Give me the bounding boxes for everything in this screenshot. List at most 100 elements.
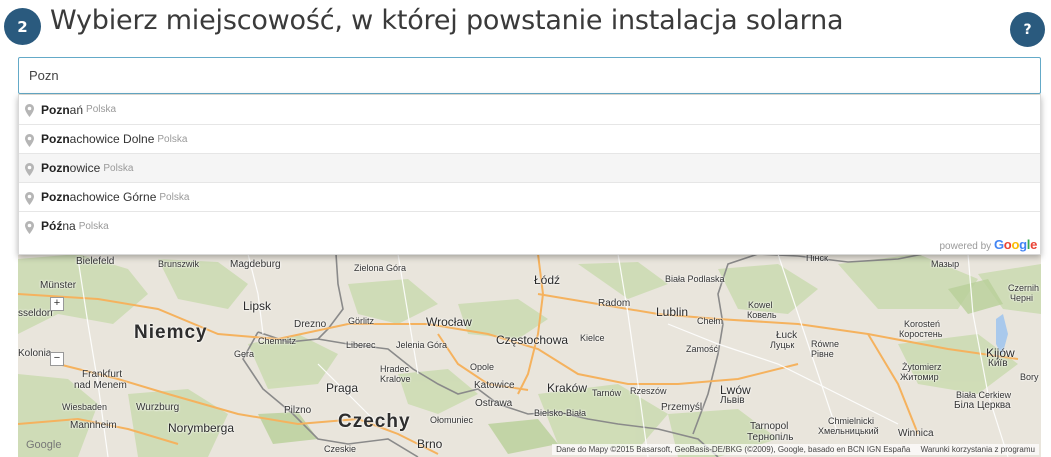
map-label: Przemyśl xyxy=(661,402,703,413)
map-label: Луцьк xyxy=(770,340,795,350)
suggestion-item[interactable]: Pozn owice Polska xyxy=(19,153,1040,182)
suggestion-country: Polska xyxy=(157,133,188,145)
map-label: sseldorf xyxy=(18,308,54,319)
map-label: Biała Podlaska xyxy=(665,274,725,284)
location-search-input[interactable] xyxy=(18,57,1041,94)
map-label: Коростень xyxy=(899,329,943,339)
map-label: Рівне xyxy=(811,349,834,359)
location-pin-icon xyxy=(25,163,34,176)
map-label: Łódź xyxy=(534,273,561,287)
map-label: Ołomuniec xyxy=(430,415,474,425)
map-label: Tarnopol xyxy=(750,421,789,432)
suggestion-country: Polska xyxy=(78,220,109,232)
suggestion-match: Pozn xyxy=(41,102,70,117)
map-label: Чернi xyxy=(1010,293,1033,303)
map-label: Norymberga xyxy=(168,421,235,435)
map-label: Wurzburg xyxy=(136,402,180,413)
map-label: Kralove xyxy=(380,374,411,384)
map-label: Біла Церква xyxy=(954,400,1011,411)
map-google-logo: Google xyxy=(26,439,62,451)
map-label: Brunszwik xyxy=(158,259,200,269)
map-label: Frankfurt xyxy=(82,369,123,380)
map-label: Drezno xyxy=(294,319,327,330)
map-label: Chemnitz xyxy=(258,336,297,346)
map-label: Житомир xyxy=(900,372,939,382)
map-label: Bory xyxy=(1020,372,1039,382)
map-label: Katowice xyxy=(474,380,515,391)
map-label: Liberec xyxy=(346,340,376,350)
map-label: Wrocław xyxy=(426,315,472,329)
suggestion-item[interactable]: Pozn achowice Dolne Polska xyxy=(19,124,1040,153)
suggestion-rest: ań xyxy=(69,102,84,117)
map-label: Gera xyxy=(234,349,255,359)
google-logo: Google xyxy=(993,237,1037,252)
suggestion-match: Pozn xyxy=(41,161,70,175)
autocomplete-dropdown: Pozn ań Polska Pozn achowice Dolne Polska Po… xyxy=(18,95,1041,255)
map-label-country: Czechy xyxy=(338,411,411,432)
step-number-badge: 2 xyxy=(4,8,41,45)
suggestion-item[interactable]: Póź na Polska xyxy=(19,211,1040,240)
map-label: Wiesbaden xyxy=(62,402,108,412)
map-label: Zielona Góra xyxy=(354,263,407,273)
map-label: Lublin xyxy=(656,305,689,319)
map-label: Тернопіль xyxy=(747,432,794,443)
map-label: Kolonia xyxy=(18,348,52,359)
suggestion-country: Polska xyxy=(103,162,134,174)
map-label: Münster xyxy=(40,280,77,291)
map-label: Zamość xyxy=(686,344,719,354)
help-button[interactable]: ? xyxy=(1010,12,1045,47)
suggestion-rest: owice xyxy=(69,161,101,175)
location-pin-icon xyxy=(25,134,34,147)
map-label: Magdeburg xyxy=(230,259,281,270)
map-label: Bielefeld xyxy=(76,256,115,267)
map-label: Radom xyxy=(598,298,631,309)
map-label: Хмельницький xyxy=(818,426,879,436)
suggestion-item[interactable]: Pozn ań Polska xyxy=(19,95,1040,124)
location-pin-icon xyxy=(25,221,34,234)
map-label: Київ xyxy=(988,358,1008,369)
suggestion-rest: na xyxy=(62,219,76,233)
map-label: Pilzno xyxy=(284,405,312,416)
zoom-in-button[interactable]: + xyxy=(50,297,64,311)
map-label: nad Menem xyxy=(74,380,127,391)
powered-by-text: powered by xyxy=(939,241,992,252)
map-label: Bielsko-Biała xyxy=(534,408,587,418)
location-pin-icon xyxy=(25,192,34,205)
map-terms-link[interactable]: Warunki korzystania z programu xyxy=(921,445,1035,454)
suggestion-match: Pozn xyxy=(41,132,70,146)
suggestion-rest: achowice Dolne xyxy=(69,132,155,146)
map-label: Jelenia Góra xyxy=(396,340,448,350)
map-label: Kielce xyxy=(580,333,605,343)
suggestion-match: Pozn xyxy=(41,190,70,204)
location-pin-icon xyxy=(25,104,34,117)
map-attribution: Dane do Mapy ©2015 Basarsoft, GeoBasis-D… xyxy=(552,444,1039,455)
map-label: Görlitz xyxy=(348,316,375,326)
map-label: Opole xyxy=(470,362,495,372)
map-label: Mannheim xyxy=(70,420,117,431)
page: 2 Wybierz miejscowość, w której powstani… xyxy=(0,0,1051,457)
map-label: Tarnów xyxy=(592,388,622,398)
page-title: Wybierz miejscowość, w której powstanie … xyxy=(50,5,844,36)
map-label-country: Niemcy xyxy=(134,322,208,343)
zoom-out-button[interactable]: − xyxy=(50,352,64,366)
map-label: Chełm xyxy=(697,316,724,326)
suggestion-match: Póź xyxy=(41,219,63,233)
map-label: Czeskie xyxy=(324,444,357,454)
map-label: Ostrawa xyxy=(475,398,513,409)
map-label: Winnica xyxy=(898,428,934,439)
map-label: Львів xyxy=(720,395,745,406)
map-label: Kraków xyxy=(547,381,588,395)
map-label: Мазыр xyxy=(931,259,960,269)
powered-by-google: powered by Google xyxy=(939,237,1037,252)
suggestion-country: Polska xyxy=(159,191,190,203)
suggestion-rest: achowice Górne xyxy=(69,190,157,204)
suggestion-item[interactable]: Pozn achowice Górne Polska xyxy=(19,182,1040,211)
map-label: Brno xyxy=(417,437,443,451)
map-label: Lipsk xyxy=(243,299,272,313)
map-label: Ковель xyxy=(747,310,777,320)
map-label: Częstochowa xyxy=(496,333,569,347)
map-label: Praga xyxy=(326,381,359,395)
map-label: Rzeszów xyxy=(630,386,667,396)
suggestion-country: Polska xyxy=(86,104,117,115)
map-attribution-text: Dane do Mapy ©2015 Basarsoft, GeoBasis-D… xyxy=(556,445,911,454)
